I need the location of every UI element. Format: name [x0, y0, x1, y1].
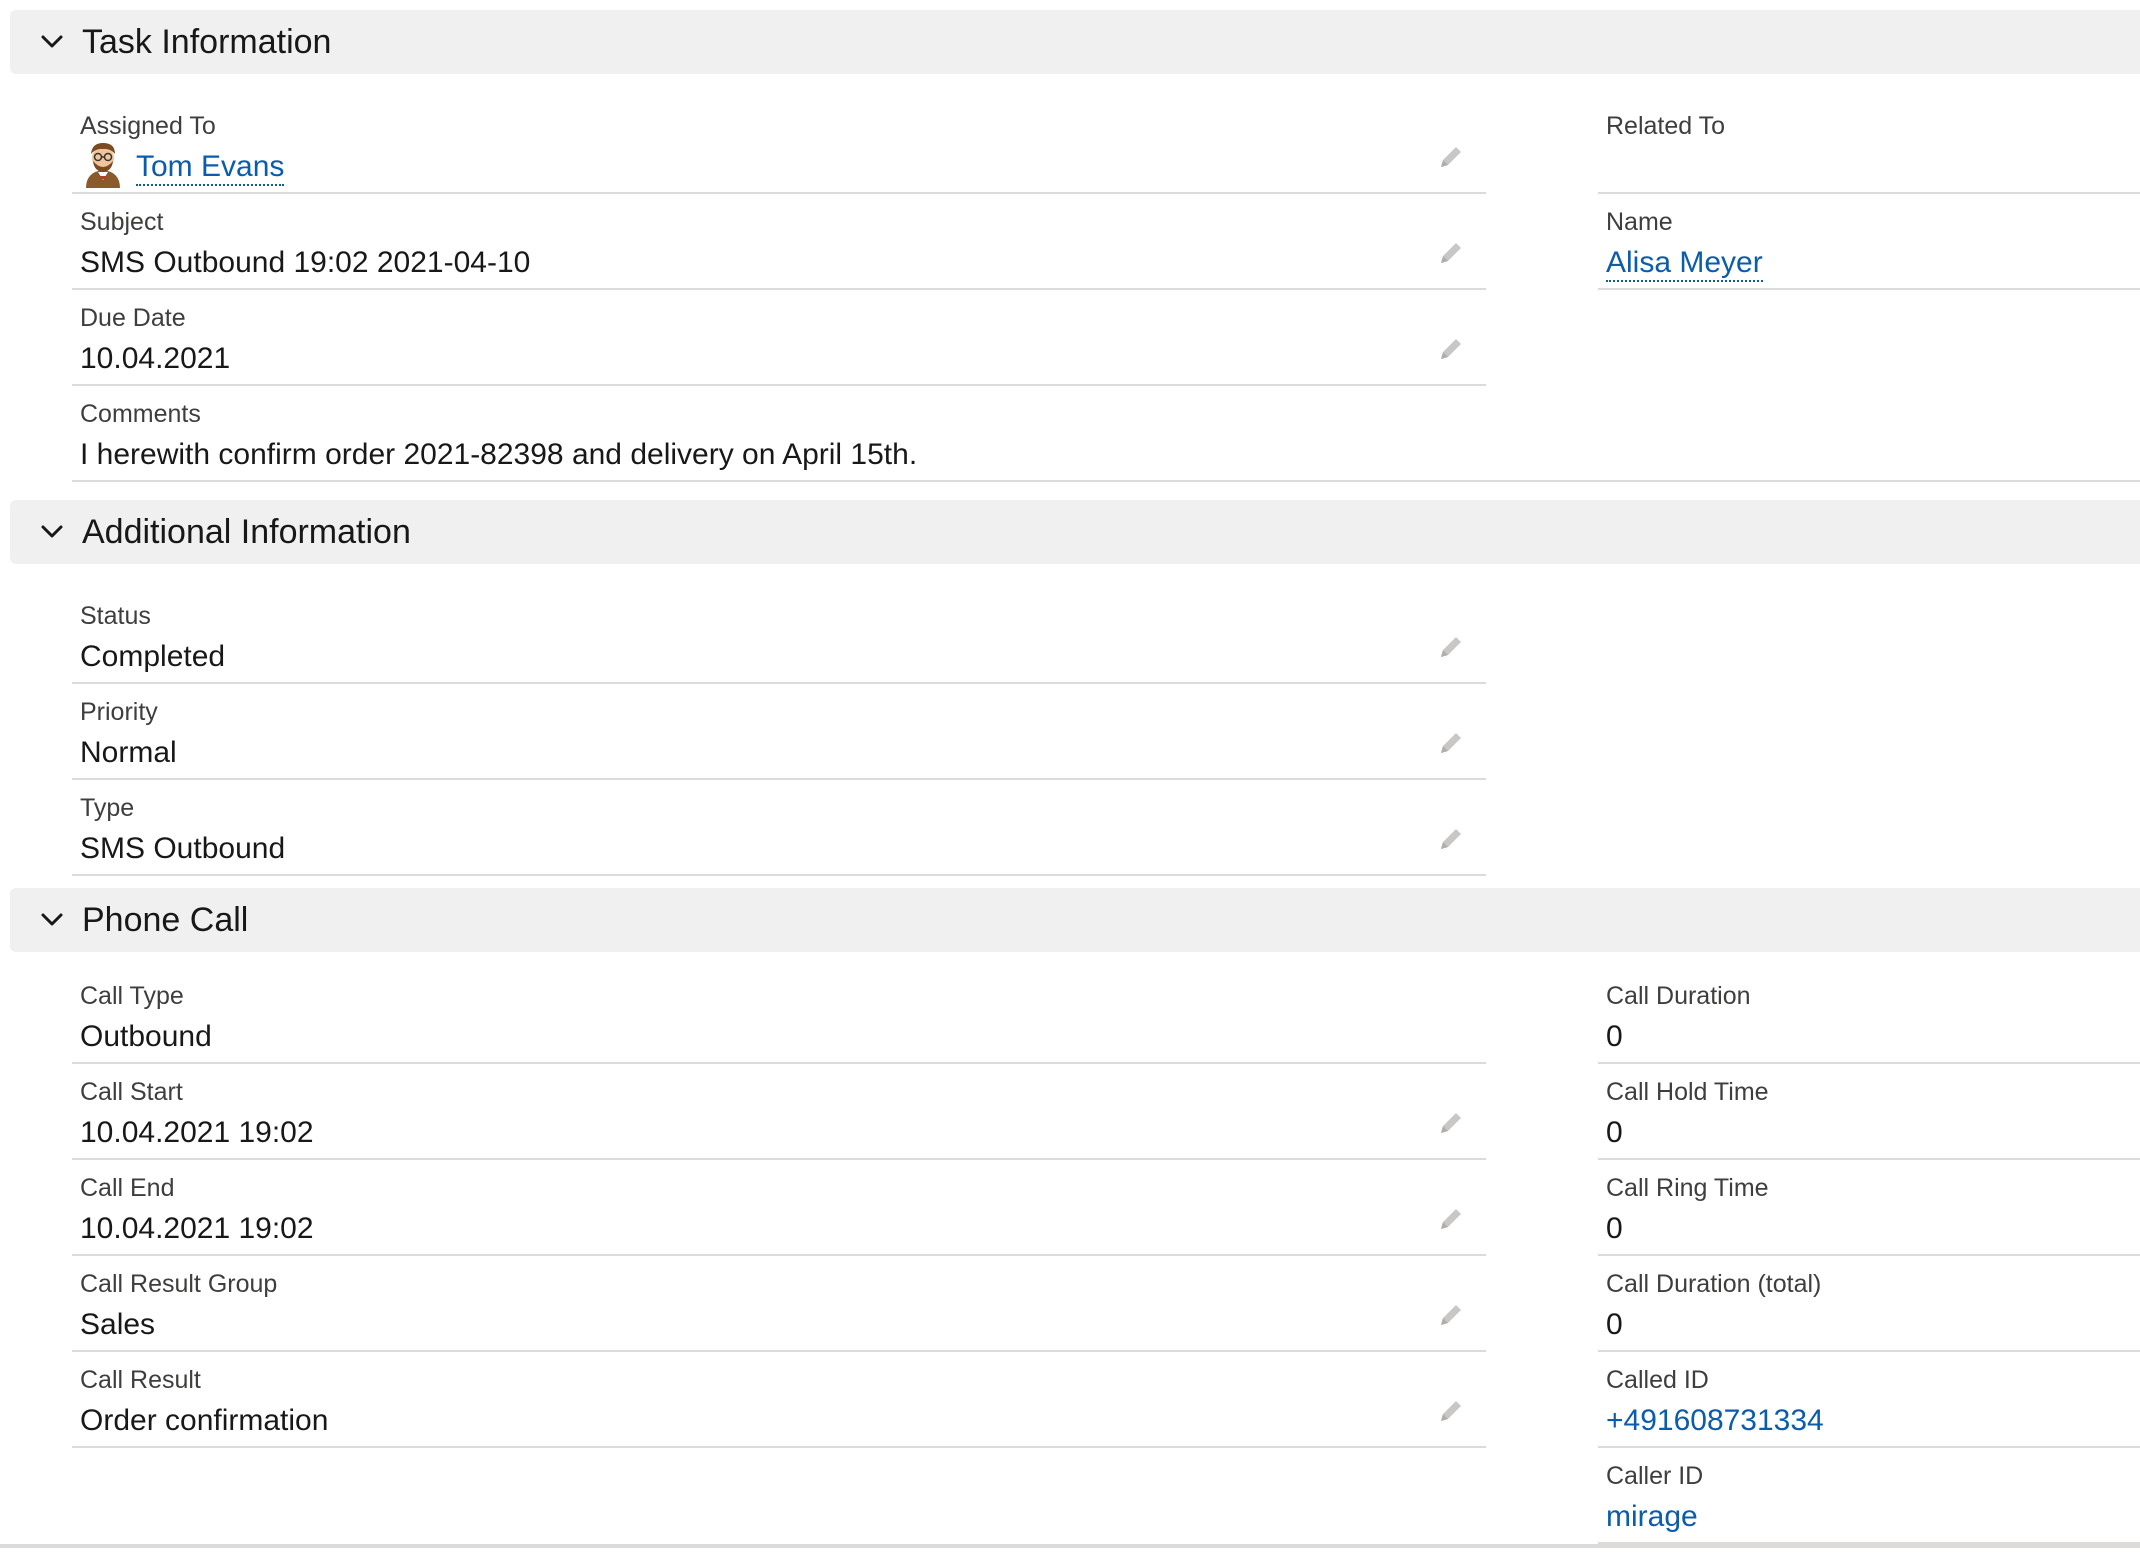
field-name: Name Alisa Meyer [1598, 194, 2140, 290]
field-call-duration: Call Duration 0 [1598, 968, 2140, 1064]
section-header-phone-call[interactable]: Phone Call [10, 888, 2140, 952]
field-value: 0 [1606, 1116, 1623, 1149]
pencil-icon[interactable] [1436, 1108, 1466, 1138]
field-label: Call End [80, 1174, 175, 1202]
field-due-date: Due Date 10.04.2021 [72, 290, 1486, 386]
pencil-icon[interactable] [1436, 142, 1466, 172]
pencil-icon[interactable] [1436, 632, 1466, 662]
field-value: Completed [80, 640, 226, 673]
field-called-id: Called ID +491608731334 [1598, 1352, 2140, 1448]
chevron-down-icon[interactable] [26, 10, 78, 74]
section-title: Task Information [82, 22, 332, 61]
bottom-divider [0, 1544, 2140, 1548]
user-avatar [80, 138, 126, 188]
field-label: Name [1606, 208, 1673, 236]
field-label: Due Date [80, 304, 186, 332]
field-status: Status Completed [72, 588, 1486, 684]
field-call-ring-time: Call Ring Time 0 [1598, 1160, 2140, 1256]
field-label: Call Start [80, 1078, 183, 1106]
field-value: I herewith confirm order 2021-82398 and … [80, 438, 918, 471]
field-label: Call Ring Time [1606, 1174, 1769, 1202]
field-value: 0 [1606, 1308, 1623, 1341]
field-label: Subject [80, 208, 164, 236]
field-call-hold-time: Call Hold Time 0 [1598, 1064, 2140, 1160]
field-label: Call Hold Time [1606, 1078, 1769, 1106]
field-call-result-group: Call Result Group Sales [72, 1256, 1486, 1352]
field-label: Comments [80, 400, 201, 428]
field-caller-id: Caller ID mirage [1598, 1448, 2140, 1544]
field-call-result: Call Result Order confirmation [72, 1352, 1486, 1448]
field-value: 0 [1606, 1212, 1623, 1245]
field-value: Outbound [80, 1020, 212, 1053]
field-label: Call Duration (total) [1606, 1270, 1822, 1298]
field-value: Sales [80, 1308, 156, 1341]
field-comments: Comments I herewith confirm order 2021-8… [72, 386, 2140, 482]
called-id-link[interactable]: +491608731334 [1606, 1404, 1824, 1438]
pencil-icon[interactable] [1436, 1204, 1466, 1234]
pencil-icon[interactable] [1436, 1396, 1466, 1426]
field-subject: Subject SMS Outbound 19:02 2021-04-10 [72, 194, 1486, 290]
field-type: Type SMS Outbound [72, 780, 1486, 876]
field-label: Call Duration [1606, 982, 1751, 1010]
field-related-to: Related To [1598, 98, 2140, 194]
field-value: SMS Outbound [80, 832, 286, 865]
field-label: Status [80, 602, 151, 630]
field-value: Order confirmation [80, 1404, 329, 1437]
section-title: Additional Information [82, 512, 411, 551]
chevron-down-icon[interactable] [26, 888, 78, 952]
field-label: Type [80, 794, 135, 822]
pencil-icon[interactable] [1436, 238, 1466, 268]
field-call-start: Call Start 10.04.2021 19:02 [72, 1064, 1486, 1160]
assigned-to-link[interactable]: Tom Evans [136, 150, 285, 186]
field-label: Call Result [80, 1366, 201, 1394]
section-header-additional-information[interactable]: Additional Information [10, 500, 2140, 564]
field-label: Priority [80, 698, 158, 726]
field-priority: Priority Normal [72, 684, 1486, 780]
field-value: SMS Outbound 19:02 2021-04-10 [80, 246, 531, 279]
field-label: Call Type [80, 982, 184, 1010]
field-value: Normal [80, 736, 177, 769]
section-header-task-information[interactable]: Task Information [10, 10, 2140, 74]
field-call-end: Call End 10.04.2021 19:02 [72, 1160, 1486, 1256]
pencil-icon[interactable] [1436, 334, 1466, 364]
pencil-icon[interactable] [1436, 728, 1466, 758]
pencil-icon[interactable] [1436, 824, 1466, 854]
field-label: Caller ID [1606, 1462, 1704, 1490]
field-value: 10.04.2021 [80, 342, 231, 375]
field-label: Call Result Group [80, 1270, 278, 1298]
field-assigned-to: Assigned To Tom Evans [72, 98, 1486, 194]
field-value: 10.04.2021 19:02 [80, 1212, 314, 1245]
field-call-type: Call Type Outbound [72, 968, 1486, 1064]
chevron-down-icon[interactable] [26, 500, 78, 564]
name-link[interactable]: Alisa Meyer [1606, 246, 1763, 282]
field-label: Assigned To [80, 112, 216, 140]
field-label: Related To [1606, 112, 1726, 140]
field-label: Called ID [1606, 1366, 1709, 1394]
pencil-icon[interactable] [1436, 1300, 1466, 1330]
field-call-duration-total: Call Duration (total) 0 [1598, 1256, 2140, 1352]
section-title: Phone Call [82, 900, 249, 939]
caller-id-link[interactable]: mirage [1606, 1500, 1698, 1534]
field-value: 0 [1606, 1020, 1623, 1053]
field-value: 10.04.2021 19:02 [80, 1116, 314, 1149]
